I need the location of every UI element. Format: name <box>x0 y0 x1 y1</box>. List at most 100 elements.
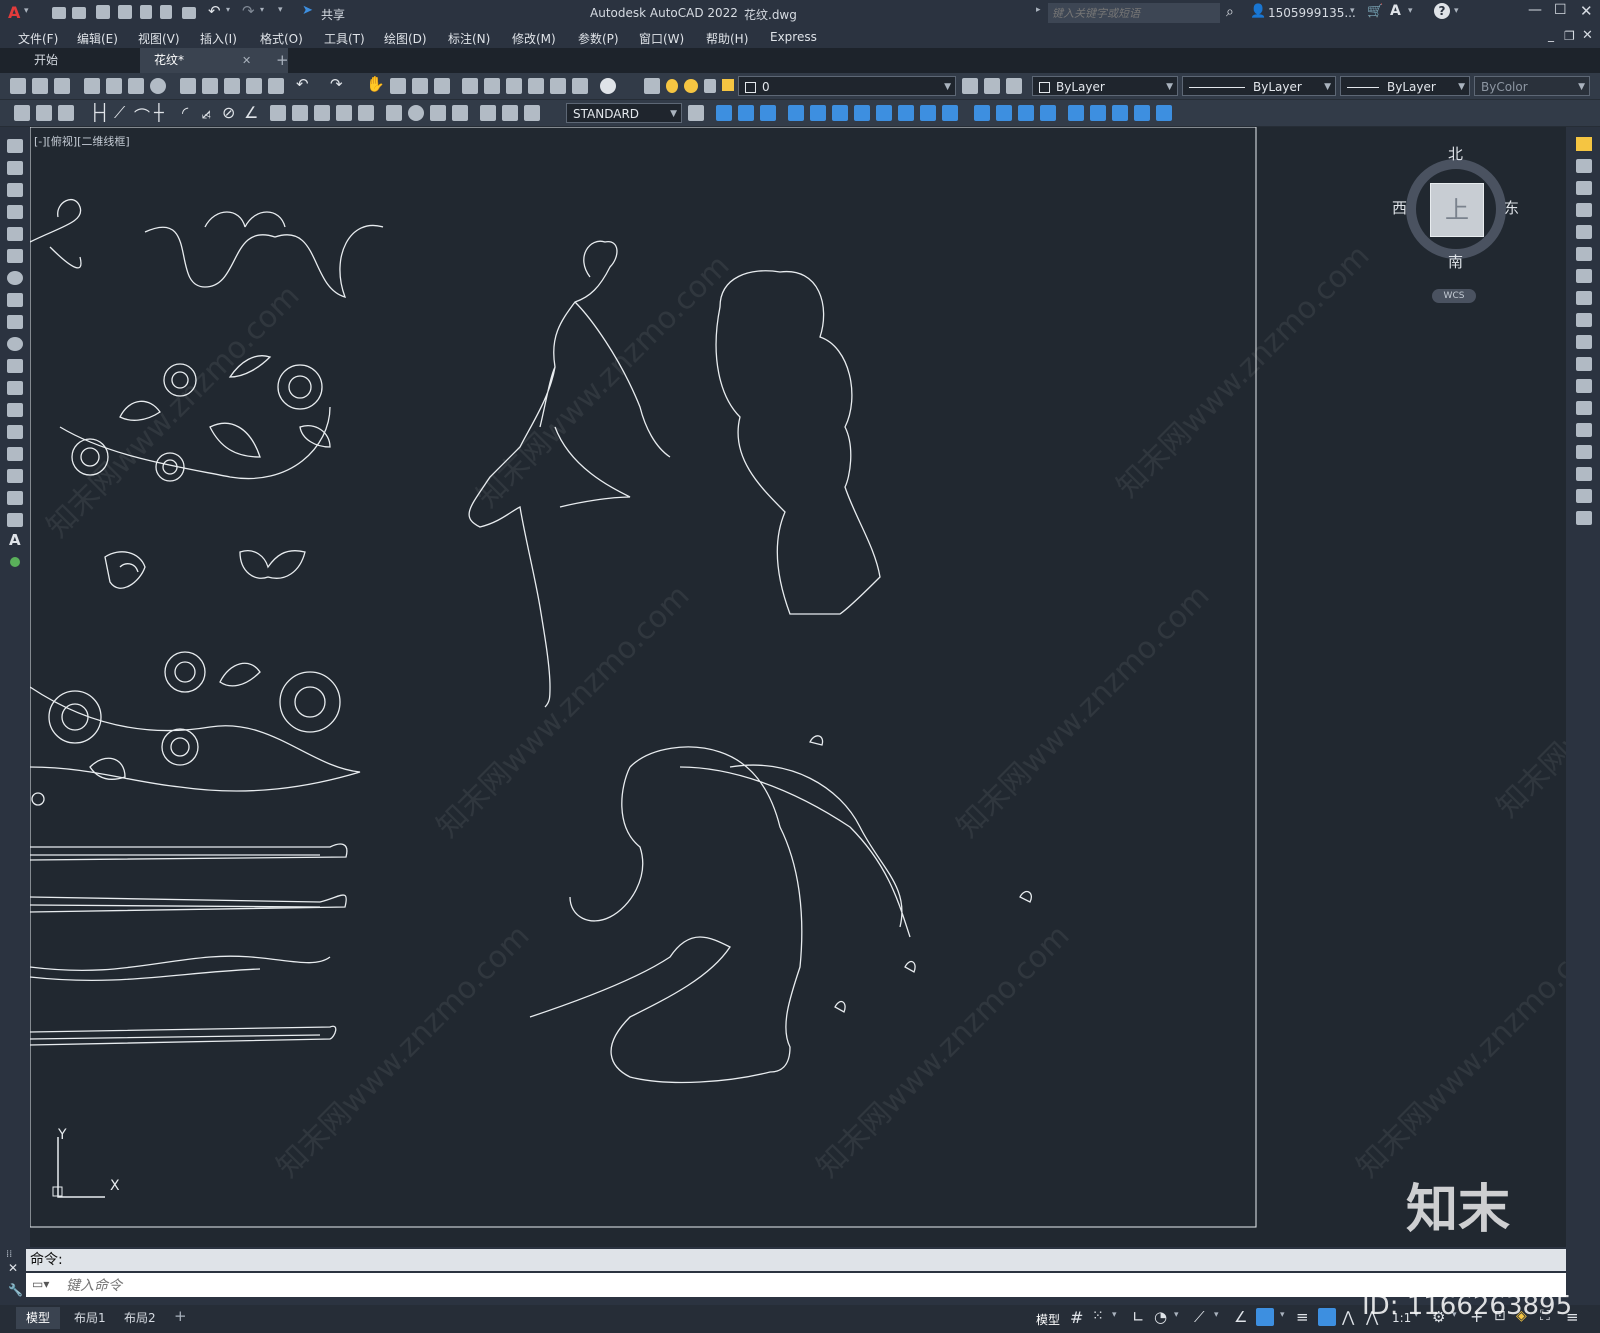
region-icon[interactable] <box>7 491 23 505</box>
move-icon[interactable] <box>1576 247 1592 261</box>
sweep-icon[interactable] <box>974 105 990 121</box>
line-tool-icon[interactable] <box>7 139 23 153</box>
share-icon[interactable]: ➤ <box>302 3 313 18</box>
close-icon[interactable]: ✕ <box>1580 2 1593 20</box>
user-dropdown-icon[interactable]: ▾ <box>1350 6 1355 16</box>
extrude-icon[interactable] <box>920 105 936 121</box>
auto-scale-icon[interactable]: ⋀ <box>1342 1308 1354 1326</box>
arc-length-icon[interactable]: ⌒ <box>134 103 150 127</box>
center-mark-icon[interactable] <box>408 105 424 121</box>
viewcube-west[interactable]: 西 <box>1392 197 1407 218</box>
cylinder-icon[interactable] <box>810 105 826 121</box>
viewcube-south[interactable]: 南 <box>1448 251 1463 272</box>
box-icon[interactable] <box>716 105 732 121</box>
aligned-dim-icon[interactable]: ⟋ <box>114 103 125 123</box>
3dprint-icon[interactable] <box>150 78 166 94</box>
tool-palettes-icon[interactable] <box>506 78 522 94</box>
tab-close-icon[interactable]: ✕ <box>242 48 251 73</box>
calculator-icon[interactable] <box>572 78 588 94</box>
user-name[interactable]: 1505999135... <box>1268 6 1356 20</box>
wcs-menu-button[interactable]: WCS <box>1432 289 1476 303</box>
ortho-icon[interactable]: ∟ <box>1132 1308 1145 1326</box>
object-snap-icon[interactable] <box>1256 1308 1274 1326</box>
new-file-icon[interactable] <box>52 7 66 19</box>
qnew-icon[interactable] <box>10 78 26 94</box>
isodraft-icon[interactable]: ⟋ <box>1194 1308 1205 1326</box>
stretch-icon[interactable] <box>1576 313 1592 327</box>
help-dropdown-icon[interactable]: ▾ <box>1454 6 1459 16</box>
snap-icon[interactable]: ⁙ <box>1092 1308 1104 1324</box>
union-icon[interactable] <box>1040 105 1056 121</box>
dim-style-manager-icon[interactable] <box>688 105 704 121</box>
model-space-toggle[interactable]: 模型 <box>1036 1311 1060 1328</box>
3d-move-icon[interactable] <box>1112 105 1128 121</box>
doc-minimize-icon[interactable]: _ <box>1548 28 1554 42</box>
cut-icon[interactable] <box>180 78 196 94</box>
jogged-dim-icon[interactable]: ⦯ <box>202 103 211 123</box>
ellipse-icon[interactable] <box>7 337 23 351</box>
layer-dropdown[interactable]: 0 ▼ <box>738 76 956 96</box>
viewcube-east[interactable]: 东 <box>1504 197 1519 218</box>
expand-arrow-icon[interactable]: ▸ <box>1036 5 1041 15</box>
hatch-icon[interactable] <box>7 447 23 461</box>
publish-icon[interactable] <box>128 78 144 94</box>
plot-icon[interactable] <box>182 7 196 19</box>
extend-icon[interactable] <box>1576 357 1592 371</box>
plotstyle-dropdown[interactable]: ByColor ▼ <box>1474 76 1590 96</box>
break-point-icon[interactable] <box>1576 379 1592 393</box>
command-input-box[interactable]: ▭▾ <box>26 1273 1566 1297</box>
layer-on-icon[interactable] <box>666 79 678 93</box>
search-icon[interactable]: ⌕ <box>1226 4 1234 20</box>
sphere-icon[interactable] <box>788 105 804 121</box>
search-input[interactable] <box>1048 3 1220 23</box>
menu-window[interactable]: 窗口(W) <box>639 30 684 47</box>
dim-update-icon[interactable] <box>524 105 540 121</box>
arc-icon[interactable] <box>7 249 23 263</box>
polyline-icon[interactable] <box>7 183 23 197</box>
layer-freeze-icon[interactable] <box>684 79 698 93</box>
polar-dropdown-icon[interactable]: ▾ <box>1174 1310 1179 1320</box>
chamfer-icon[interactable] <box>1576 445 1592 459</box>
help-tool-icon[interactable] <box>600 78 616 94</box>
wedge-icon[interactable] <box>738 105 754 121</box>
loft-icon[interactable] <box>1018 105 1034 121</box>
command-prompt-icon[interactable]: ▭▾ <box>32 1277 49 1291</box>
menu-express[interactable]: Express <box>770 30 817 44</box>
menu-help[interactable]: 帮助(H) <box>706 30 748 47</box>
command-input[interactable] <box>64 1275 1548 1297</box>
command-close-icon[interactable]: ✕ <box>8 1261 18 1275</box>
construction-line-icon[interactable] <box>7 161 23 175</box>
zoom-previous-icon[interactable] <box>434 78 450 94</box>
planar-surface-icon[interactable] <box>898 105 914 121</box>
tolerance-icon[interactable] <box>386 105 402 121</box>
copy-icon[interactable] <box>202 78 218 94</box>
polygon-icon[interactable] <box>7 205 23 219</box>
jogged-linear-icon[interactable] <box>452 105 468 121</box>
sheet-set-icon[interactable] <box>528 78 544 94</box>
pan-icon[interactable]: ✋ <box>366 75 385 93</box>
ordinate-dim-icon[interactable]: ┼ <box>154 103 164 122</box>
grid-icon[interactable]: # <box>1070 1308 1083 1327</box>
array-icon[interactable] <box>1576 225 1592 239</box>
cart-icon[interactable]: 🛒 <box>1367 4 1383 19</box>
copy-object-icon[interactable] <box>1576 159 1592 173</box>
dim-style-dropdown[interactable]: STANDARD ▼ <box>566 103 682 123</box>
intersect-icon[interactable] <box>1090 105 1106 121</box>
user-icon[interactable]: 👤 <box>1250 4 1266 19</box>
save-web-icon[interactable] <box>160 5 172 19</box>
layer-walk-icon[interactable] <box>14 105 30 121</box>
scale-icon[interactable] <box>1576 291 1592 305</box>
layer-match-icon[interactable] <box>36 105 52 121</box>
linetype-dropdown[interactable]: ByLayer ▼ <box>1182 76 1336 96</box>
presspull-icon[interactable] <box>942 105 958 121</box>
add-selected-icon[interactable] <box>10 557 20 567</box>
layout-tab-1[interactable]: 布局1 <box>66 1307 114 1329</box>
3d-rotate-icon[interactable] <box>1134 105 1150 121</box>
redo-icon[interactable]: ↷ <box>242 2 255 20</box>
quick-dim-icon[interactable] <box>270 105 286 121</box>
dim-text-edit-icon[interactable] <box>502 105 518 121</box>
menu-tools[interactable]: 工具(T) <box>324 30 365 47</box>
menu-edit[interactable]: 编辑(E) <box>77 30 118 47</box>
layout-tab-model[interactable]: 模型 <box>16 1307 61 1329</box>
save-icon[interactable] <box>96 5 110 19</box>
